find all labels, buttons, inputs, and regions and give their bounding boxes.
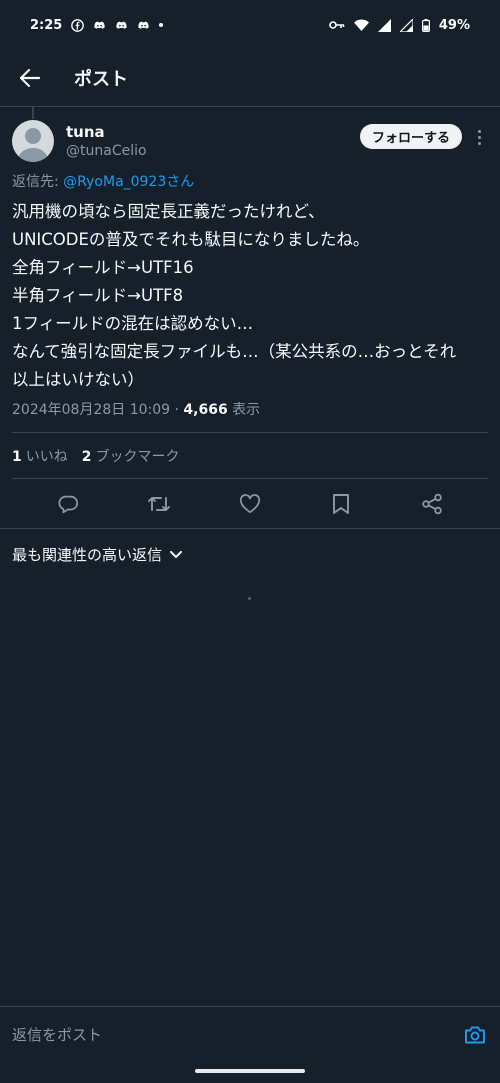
user-handle[interactable]: @tunaCelio — [66, 143, 147, 159]
reply-context: 返信先: @RyoMa_0923さん — [12, 171, 194, 191]
more-dot — [477, 129, 481, 133]
likes-count: 1 — [12, 449, 22, 465]
reply-input[interactable] — [12, 1025, 462, 1044]
follow-button[interactable]: フォローする — [359, 124, 462, 149]
discord-icon — [94, 21, 105, 29]
divider — [0, 528, 500, 529]
tweet-line: UNICODEの普及でそれも駄目になりましたね。 — [12, 230, 370, 249]
retweet-icon — [147, 497, 170, 511]
likes-label: いいね — [25, 449, 68, 465]
camera-icon — [465, 1026, 485, 1043]
bookmarks-stat[interactable]: 2 ブックマーク — [82, 446, 180, 466]
author-names: tuna @tunaCelio — [66, 123, 147, 159]
discord-icon — [116, 21, 127, 29]
bookmark-button[interactable] — [328, 491, 354, 517]
discord-icon — [138, 21, 149, 29]
back-button[interactable] — [0, 50, 60, 107]
retweet-button[interactable] — [146, 491, 172, 517]
tweet-line: 汎用機の頃なら固定長正義だったけれど、 — [12, 202, 325, 221]
reply-sort-dropdown[interactable]: 最も関連性の高い返信 — [12, 544, 183, 565]
reply-sort-label: 最も関連性の高い返信 — [12, 546, 163, 564]
likes-stat[interactable]: 1 いいね — [12, 446, 68, 466]
top-app-bar: ポスト — [0, 50, 500, 107]
reply-compose-bar — [0, 1006, 500, 1062]
bookmarks-label: ブックマーク — [95, 449, 180, 465]
display-name[interactable]: tuna — [66, 123, 147, 141]
key-icon — [329, 21, 345, 29]
battery-level: 49% — [438, 17, 470, 33]
tweet-line: なんて強引な固定長ファイルも…（某公共系の…おっとそれ — [12, 342, 457, 361]
tweet-line: 1フィールドの混在は認めない… — [12, 314, 254, 333]
wifi-icon — [353, 19, 369, 31]
bookmark-icon — [333, 494, 350, 514]
views-count: 4,666 — [183, 402, 228, 418]
engagement-stats: 1 いいね 2 ブックマーク — [12, 446, 180, 466]
tweet-actions — [0, 480, 500, 528]
tweet-line: 全角フィールド→UTF16 — [12, 258, 194, 277]
notification-dot — [159, 23, 164, 27]
loading-indicator — [248, 597, 251, 600]
views-label: 表示 — [227, 402, 261, 418]
battery-icon — [421, 18, 430, 32]
tweet-line: 半角フィールド→UTF8 — [12, 286, 184, 305]
tweet-author: tuna @tunaCelio フォローする — [12, 119, 488, 163]
more-dot — [477, 135, 481, 139]
bookmarks-count: 2 — [81, 449, 92, 465]
divider — [12, 478, 488, 479]
status-right: 49% — [329, 18, 470, 33]
thread-connector-line — [32, 107, 34, 119]
signal-icon — [399, 18, 413, 32]
share-icon — [422, 493, 443, 515]
status-bar: 2:25 49% — [0, 0, 500, 50]
back-arrow-icon — [20, 69, 40, 87]
chevron-down-icon — [170, 550, 183, 558]
like-button[interactable] — [237, 491, 263, 517]
reply-mention-link[interactable]: @RyoMa_0923さん — [63, 174, 194, 190]
default-avatar-icon — [17, 128, 49, 162]
camera-button[interactable] — [462, 1022, 488, 1048]
tweet-text: 汎用機の頃なら固定長正義だったけれど、 UNICODEの普及でそれも駄目になりま… — [12, 198, 488, 394]
status-time: 2:25 — [30, 17, 63, 33]
signal-icon — [377, 18, 391, 32]
reply-prefix: 返信先: — [12, 174, 64, 190]
page-title: ポスト — [74, 69, 128, 90]
avatar[interactable] — [12, 120, 54, 162]
share-button[interactable] — [419, 491, 445, 517]
home-indicator — [195, 1069, 305, 1073]
tweet-meta: 2024年08月28日 10:09 · 4,666 表示 — [12, 399, 260, 419]
facebook-icon — [71, 18, 85, 32]
divider — [12, 432, 488, 433]
more-dot — [477, 141, 481, 145]
more-options-button[interactable] — [470, 125, 488, 149]
status-left: 2:25 — [30, 17, 164, 33]
reply-button[interactable] — [55, 491, 81, 517]
timestamp[interactable]: 2024年08月28日 10:09 · — [12, 402, 183, 418]
reply-icon — [58, 495, 78, 514]
tweet-line: 以上はいけない） — [12, 370, 144, 389]
like-icon — [239, 494, 261, 514]
